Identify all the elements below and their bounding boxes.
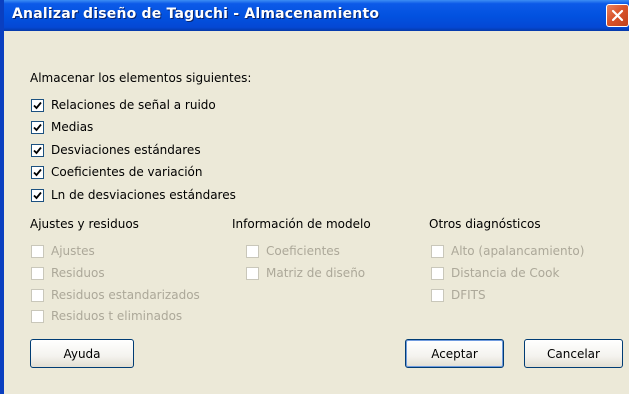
checkbox-label: Coeficientes (266, 244, 340, 258)
checkbox-deleted-t-residuals[interactable]: Residuos t eliminados (31, 308, 182, 324)
checkbox-box[interactable] (31, 120, 44, 134)
checkbox-dfits[interactable]: DFITS (431, 287, 486, 303)
checkbox-box[interactable] (431, 266, 444, 280)
checkmark-icon (33, 146, 42, 154)
checkbox-label: Residuos estandarizados (51, 288, 200, 302)
checkbox-means[interactable]: Medias (31, 119, 93, 135)
checkbox-label: Residuos t eliminados (51, 309, 183, 323)
close-icon (611, 9, 624, 22)
close-button[interactable] (606, 4, 629, 27)
checkbox-design-matrix[interactable]: Matriz de diseño (246, 265, 365, 281)
checkbox-label: Ajustes (51, 244, 95, 258)
checkbox-box[interactable] (31, 244, 44, 258)
checkbox-label: DFITS (451, 288, 486, 302)
checkmark-icon (33, 123, 42, 131)
checkbox-label: Medias (51, 120, 94, 134)
ok-button[interactable]: Aceptar (405, 339, 504, 368)
checkbox-label: Ln de desviaciones estándares (51, 188, 236, 202)
checkbox-box[interactable] (31, 288, 44, 302)
help-button[interactable]: Ayuda (30, 339, 134, 368)
checkbox-box[interactable] (31, 266, 44, 280)
checkbox-cooks-distance[interactable]: Distancia de Cook (431, 265, 559, 281)
checkbox-coeff-variation[interactable]: Coeficientes de variación (31, 164, 203, 180)
model-section-label: Información de modelo (232, 217, 371, 231)
checkbox-label: Relaciones de señal a ruido (51, 98, 216, 112)
title-bar[interactable]: Analizar diseño de Taguchi - Almacenamie… (4, 0, 629, 31)
checkbox-label: Matriz de diseño (266, 266, 366, 280)
diagnostics-section-label: Otros diagnósticos (429, 217, 541, 231)
checkbox-ln-std-deviations[interactable]: Ln de desviaciones estándares (31, 187, 236, 203)
checkbox-box[interactable] (246, 244, 259, 258)
fits-section-label: Ajustes y residuos (30, 217, 139, 231)
checkbox-leverage[interactable]: Alto (apalancamiento) (431, 243, 584, 259)
checkbox-box[interactable] (31, 143, 44, 157)
cancel-button[interactable]: Cancelar (524, 339, 623, 368)
checkbox-standardized-residuals[interactable]: Residuos estandarizados (31, 287, 200, 303)
checkbox-coefficients[interactable]: Coeficientes (246, 243, 340, 259)
checkbox-fits[interactable]: Ajustes (31, 243, 95, 259)
window-title: Analizar diseño de Taguchi - Almacenamie… (12, 6, 380, 22)
checkbox-box[interactable] (431, 288, 444, 302)
checkmark-icon (33, 168, 42, 176)
dialog-window: Analizar diseño de Taguchi - Almacenamie… (0, 0, 629, 394)
checkmark-icon (33, 191, 42, 199)
checkmark-icon (33, 101, 42, 109)
checkbox-label: Alto (apalancamiento) (451, 244, 585, 258)
checkbox-box[interactable] (31, 98, 44, 112)
checkbox-residuals[interactable]: Residuos (31, 265, 105, 281)
checkbox-label: Desviaciones estándares (51, 143, 201, 157)
checkbox-box[interactable] (31, 188, 44, 202)
checkbox-signal-to-noise[interactable]: Relaciones de señal a ruido (31, 97, 216, 113)
checkbox-label: Residuos (51, 266, 105, 280)
checkbox-box[interactable] (31, 309, 44, 323)
checkbox-std-deviations[interactable]: Desviaciones estándares (31, 142, 201, 158)
store-section-label: Almacenar los elementos siguientes: (30, 71, 252, 85)
checkbox-label: Coeficientes de variación (51, 165, 203, 179)
checkbox-box[interactable] (31, 165, 44, 179)
checkbox-box[interactable] (431, 244, 444, 258)
checkbox-label: Distancia de Cook (451, 266, 560, 280)
checkbox-box[interactable] (246, 266, 259, 280)
